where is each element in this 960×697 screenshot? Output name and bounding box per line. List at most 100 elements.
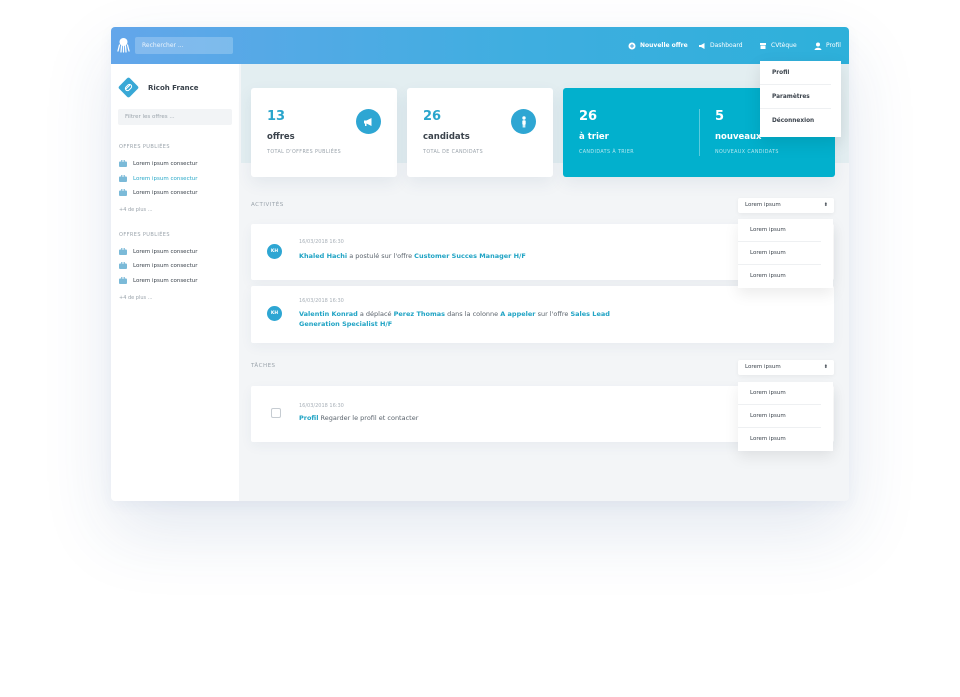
dropdown-option[interactable]: Lorem ipsum: [738, 242, 821, 265]
profile-link[interactable]: Profil: [814, 27, 841, 64]
dropdown-option[interactable]: Lorem ipsum: [738, 428, 821, 451]
offer-link[interactable]: Customer Succes Manager H/F: [414, 252, 526, 260]
new-offer-label: Nouvelle offre: [640, 42, 688, 49]
menu-item-parametres[interactable]: Paramètres: [760, 85, 831, 109]
briefcase-icon: [119, 160, 127, 167]
sort-arrows-icon: ⬍: [823, 202, 828, 208]
activity-verb: a postulé sur l'offre: [347, 252, 415, 260]
sidebar-item-label: Lorem ipsum consectur: [133, 175, 198, 182]
octopus-logo-icon[interactable]: [117, 37, 130, 53]
stat-label: candidats: [423, 132, 470, 142]
dropdown-option[interactable]: Lorem ipsum: [738, 219, 821, 242]
tasks-filter-select[interactable]: Lorem ipsum ⬍: [738, 360, 834, 375]
task-time: 16/03/2018 16:30: [299, 403, 344, 409]
sidebar-item[interactable]: Lorem ipsum consectur: [119, 277, 198, 284]
section-title: OFFRES PUBLIÉES: [119, 144, 170, 150]
stat-number: 13: [267, 109, 286, 124]
company-logo-icon: [117, 76, 140, 99]
sidebar: Ricoh France Filtrer les offres ... OFFR…: [111, 64, 239, 501]
stat-caption: TOTAL DE CANDIDATS: [423, 150, 484, 155]
menu-item-deconnexion[interactable]: Déconnexion: [760, 109, 831, 133]
profile-link[interactable]: Profil: [299, 414, 318, 422]
activity-item[interactable]: KH 16/03/2018 16:30 Valentin Konrad a dé…: [251, 286, 834, 343]
stat-number: 26: [579, 109, 598, 124]
stat-label: à trier: [579, 132, 609, 142]
activity-text: Valentin Konrad a déplacé Perez Thomas d…: [299, 309, 639, 329]
new-offer-button[interactable]: Nouvelle offre: [628, 27, 688, 64]
stat-card-candidates[interactable]: 26 candidats TOTAL DE CANDIDATS: [407, 88, 553, 177]
stat-caption: TOTAL D'OFFRES PUBLIÉES: [267, 150, 342, 155]
sidebar-item[interactable]: Lorem ipsum consectur: [119, 160, 198, 167]
app-window: Rechercher ... Nouvelle offre Dashboard …: [111, 27, 849, 501]
sidebar-item[interactable]: Lorem ipsum consectur: [119, 175, 198, 182]
cvtheque-label: CVtèque: [771, 42, 797, 49]
company-name: Ricoh France: [148, 84, 199, 92]
filter-offers-input[interactable]: Filtrer les offres ...: [118, 109, 232, 125]
dashboard-link[interactable]: Dashboard: [698, 27, 743, 64]
briefcase-icon: [119, 248, 127, 255]
avatar: KH: [267, 306, 282, 321]
top-bar: Rechercher ... Nouvelle offre Dashboard …: [111, 27, 849, 64]
stat-number: 26: [423, 109, 442, 124]
tasks-filter-dropdown: Lorem ipsum Lorem ipsum Lorem ipsum: [738, 382, 833, 451]
sidebar-item[interactable]: Lorem ipsum consectur: [119, 262, 198, 269]
dropdown-option[interactable]: Lorem ipsum: [738, 382, 821, 405]
tasks-title: TÂCHES: [251, 363, 276, 369]
plus-circle-icon: [628, 42, 636, 49]
column-link[interactable]: A appeler: [500, 310, 535, 318]
activities-title: ACTIVITÉS: [251, 202, 284, 208]
sidebar-item[interactable]: Lorem ipsum consectur: [119, 248, 198, 255]
dropdown-option[interactable]: Lorem ipsum: [738, 265, 821, 288]
search-input[interactable]: Rechercher ...: [135, 37, 233, 54]
briefcase-icon: [119, 175, 127, 182]
show-more-link[interactable]: +4 de plus ...: [119, 207, 153, 213]
stat-caption: NOUVEAUX CANDIDATS: [715, 150, 779, 155]
user-link[interactable]: Valentin Konrad: [299, 310, 358, 318]
activity-verb: a déplacé: [357, 310, 394, 318]
profile-menu: Profil Paramètres Déconnexion: [760, 61, 841, 137]
candidate-link[interactable]: Khaled Hachi: [299, 252, 347, 260]
megaphone-icon: [699, 42, 705, 49]
activity-verb: dans la colonne: [445, 310, 501, 318]
cvtheque-link[interactable]: CVtèque: [759, 27, 797, 64]
activity-time: 16/03/2018 16:30: [299, 239, 344, 245]
task-description: Regarder le profil et contacter: [318, 414, 419, 422]
stat-label: offres: [267, 132, 295, 142]
stat-number: 5: [715, 109, 725, 124]
sidebar-item[interactable]: Lorem ipsum consectur: [119, 189, 198, 196]
sidebar-item-label: Lorem ipsum consectur: [133, 248, 198, 255]
activities-filter-dropdown: Lorem ipsum Lorem ipsum Lorem ipsum: [738, 219, 833, 288]
stat-caption: CANDIDATS À TRIER: [579, 150, 634, 155]
stat-label: nouveaux: [715, 132, 762, 142]
card-divider: [699, 109, 700, 156]
activity-text: Khaled Hachi a postulé sur l'offre Custo…: [299, 251, 659, 261]
task-checkbox[interactable]: [271, 408, 281, 418]
show-more-link[interactable]: +4 de plus ...: [119, 295, 153, 301]
activities-filter-select[interactable]: Lorem ipsum ⬍: [738, 198, 834, 213]
task-text: Profil Regarder le profil et contacter: [299, 413, 659, 423]
sidebar-item-label: Lorem ipsum consectur: [133, 160, 198, 167]
sidebar-item-label: Lorem ipsum consectur: [133, 262, 198, 269]
box-icon: [760, 42, 766, 49]
briefcase-icon: [119, 189, 127, 196]
menu-item-profil[interactable]: Profil: [760, 61, 831, 85]
profile-label: Profil: [826, 42, 841, 49]
sidebar-item-label: Lorem ipsum consectur: [133, 189, 198, 196]
briefcase-icon: [119, 277, 127, 284]
activity-time: 16/03/2018 16:30: [299, 298, 344, 304]
megaphone-icon: [356, 109, 381, 134]
dashboard-label: Dashboard: [710, 42, 743, 49]
candidate-link[interactable]: Perez Thomas: [394, 310, 445, 318]
dropdown-option[interactable]: Lorem ipsum: [738, 405, 821, 428]
sort-arrows-icon: ⬍: [823, 364, 828, 370]
section-title: OFFRES PUBLIÉES: [119, 232, 170, 238]
activity-verb: sur l'offre: [535, 310, 571, 318]
stat-card-offers[interactable]: 13 offres TOTAL D'OFFRES PUBLIÉES: [251, 88, 397, 177]
avatar: KH: [267, 244, 282, 259]
select-value: Lorem ipsum: [745, 202, 781, 208]
select-value: Lorem ipsum: [745, 364, 781, 370]
user-icon: [814, 42, 822, 50]
sidebar-item-label: Lorem ipsum consectur: [133, 277, 198, 284]
briefcase-icon: [119, 262, 127, 269]
person-icon: [511, 109, 536, 134]
